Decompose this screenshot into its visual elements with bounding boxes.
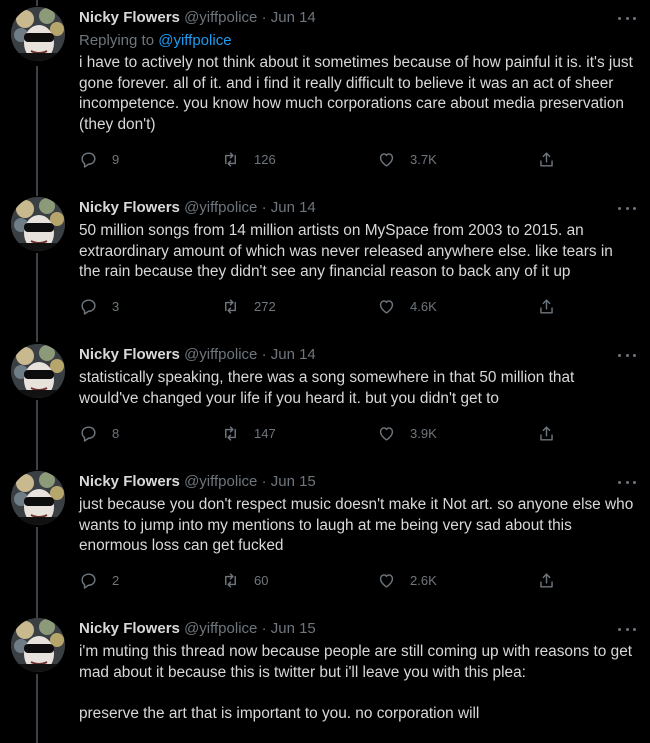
like-icon [377,297,396,316]
author-handle[interactable]: @yiffpolice [184,346,257,363]
separator: · [261,620,267,637]
avatar[interactable] [11,197,65,251]
retweet-button[interactable]: 272 [221,295,276,317]
tweet-actions: 8 147 3.9K [79,422,559,444]
replying-to: Replying to @yiffpolice [79,30,232,52]
tweet-text: i'm muting this thread now because peopl… [79,643,633,722]
like-icon [377,150,396,169]
share-icon [537,571,556,590]
tweet-header: Nicky Flowers @yiffpolice · Jun 15 [79,618,316,640]
author-handle[interactable]: @yiffpolice [184,473,257,490]
tweet-date[interactable]: Jun 15 [271,620,316,637]
like-count: 4.6K [410,298,437,314]
author-name[interactable]: Nicky Flowers [79,9,180,26]
tweet-date[interactable]: Jun 14 [271,346,316,363]
author-name[interactable]: Nicky Flowers [79,473,180,490]
more-icon[interactable] [618,475,636,489]
like-button[interactable]: 4.6K [377,295,437,317]
tweet-date[interactable]: Jun 14 [271,9,316,26]
tweet-actions: 9 126 3.7K [79,148,559,170]
like-button[interactable]: 3.9K [377,422,437,444]
tweet-actions: 2 60 2.6K [79,569,559,591]
retweet-icon [221,424,240,443]
share-icon [537,424,556,443]
retweet-count: 272 [254,298,276,314]
author-name[interactable]: Nicky Flowers [79,620,180,637]
retweet-count: 126 [254,151,276,167]
retweet-count: 147 [254,425,276,441]
reply-count: 3 [112,298,120,314]
separator: · [261,199,267,216]
tweet-text: just because you don't respect music doe… [79,496,638,554]
more-icon[interactable] [618,622,636,636]
more-icon[interactable] [618,11,636,25]
reply-button[interactable]: 8 [79,422,119,444]
share-button[interactable] [537,148,556,170]
author-name[interactable]: Nicky Flowers [79,199,180,216]
reply-button[interactable]: 2 [79,569,119,591]
author-handle[interactable]: @yiffpolice [184,620,257,637]
tweet-header: Nicky Flowers @yiffpolice · Jun 14 [79,197,316,219]
reply-count: 8 [112,425,120,441]
share-button[interactable] [537,569,556,591]
tweet-header: Nicky Flowers @yiffpolice · Jun 15 [79,471,316,493]
author-handle[interactable]: @yiffpolice [184,199,257,216]
tweet-text: 50 million songs from 14 million artists… [79,222,618,280]
tweet-header: Nicky Flowers @yiffpolice · Jun 14 [79,7,316,29]
reply-icon [79,297,98,316]
replying-label: Replying to [79,32,155,49]
tweet-text: i have to actively not think about it so… [79,54,638,133]
tweet-date[interactable]: Jun 15 [271,473,316,490]
reply-count: 9 [112,151,120,167]
more-icon[interactable] [618,201,636,215]
retweet-icon [221,571,240,590]
like-count: 2.6K [410,572,437,588]
like-count: 3.7K [410,151,437,167]
tweet-actions: 3 272 4.6K [79,295,559,317]
replying-mention[interactable]: @yiffpolice [158,32,231,49]
like-button[interactable]: 2.6K [377,569,437,591]
separator: · [261,473,267,490]
reply-icon [79,424,98,443]
avatar[interactable] [11,7,65,61]
retweet-button[interactable]: 126 [221,148,276,170]
tweet[interactable]: Nicky Flowers @yiffpolice · Jun 15 i'm m… [0,618,650,743]
retweet-count: 60 [254,572,269,588]
retweet-icon [221,150,240,169]
tweet-date[interactable]: Jun 14 [271,199,316,216]
retweet-icon [221,297,240,316]
tweet[interactable]: Nicky Flowers @yiffpolice · Jun 14 stati… [0,344,650,454]
like-count: 3.9K [410,425,437,441]
retweet-button[interactable]: 60 [221,569,268,591]
thread-line [36,0,38,6]
share-icon [537,150,556,169]
tweet[interactable]: Nicky Flowers @yiffpolice · Jun 14 Reply… [0,7,650,187]
share-button[interactable] [537,422,556,444]
tweet[interactable]: Nicky Flowers @yiffpolice · Jun 14 50 mi… [0,197,650,337]
avatar[interactable] [11,344,65,398]
separator: · [261,9,267,26]
like-button[interactable]: 3.7K [377,148,437,170]
retweet-button[interactable]: 147 [221,422,276,444]
share-icon [537,297,556,316]
separator: · [261,346,267,363]
thread-timeline: Nicky Flowers @yiffpolice · Jun 14 Reply… [0,0,650,743]
reply-icon [79,150,98,169]
share-button[interactable] [537,295,556,317]
avatar[interactable] [11,471,65,525]
reply-button[interactable]: 3 [79,295,119,317]
reply-count: 2 [112,572,120,588]
author-handle[interactable]: @yiffpolice [184,9,257,26]
more-icon[interactable] [618,348,636,362]
tweet-text: statistically speaking, there was a song… [79,369,579,407]
reply-button[interactable]: 9 [79,148,119,170]
like-icon [377,424,396,443]
like-icon [377,571,396,590]
avatar[interactable] [11,618,65,672]
tweet[interactable]: Nicky Flowers @yiffpolice · Jun 15 just … [0,471,650,611]
tweet-header: Nicky Flowers @yiffpolice · Jun 14 [79,344,316,366]
reply-icon [79,571,98,590]
author-name[interactable]: Nicky Flowers [79,346,180,363]
